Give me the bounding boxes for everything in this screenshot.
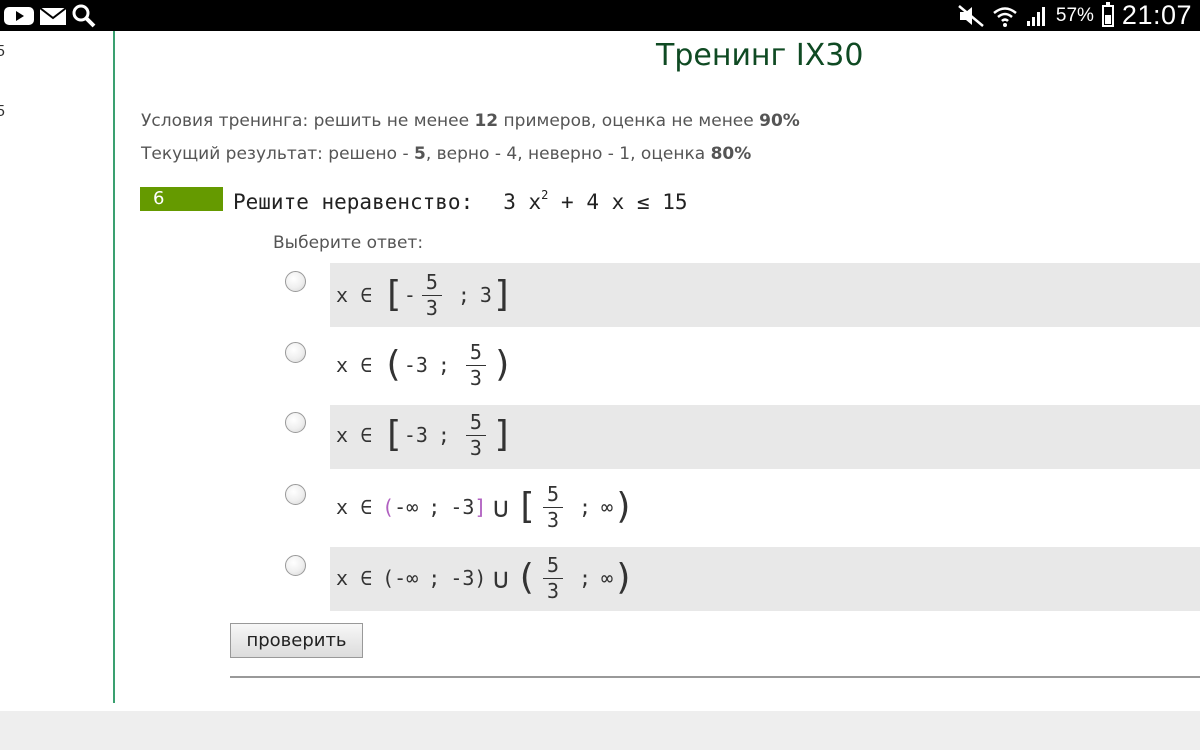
opt1-den: 3	[425, 296, 438, 320]
opt1-open-bracket: [	[382, 274, 404, 315]
conditions-min-score: 90%	[759, 111, 800, 131]
page-title: Тренинг IX30	[656, 38, 864, 73]
task-prompt: Решите неравенство:	[233, 190, 474, 214]
task-number-badge: 6	[140, 187, 223, 211]
battery-icon	[1101, 1, 1114, 27]
clock-time: 21:07	[1121, 0, 1192, 30]
task-exponent: 2	[541, 188, 549, 202]
opt3-fraction: 53	[465, 410, 486, 460]
current-result: Текущий результат: решено - 5, верно - 4…	[141, 144, 751, 164]
status-bar: 57% 21:07	[0, 0, 1200, 31]
opt2-den: 3	[469, 366, 482, 390]
opt4-right2: ∞	[601, 495, 614, 519]
opt1-fraction: 53	[421, 270, 442, 320]
opt4-open1: (	[382, 495, 395, 519]
opt4-sep2: ;	[579, 495, 592, 519]
youtube-icon	[4, 6, 34, 25]
status-bar-right: 57% 21:07	[958, 0, 1192, 31]
opt4-union: ∪	[492, 490, 510, 524]
option-4-radio[interactable]	[285, 484, 306, 505]
option-2-radio[interactable]	[285, 342, 306, 363]
opt1-sep: ;	[457, 283, 470, 307]
opt3-den: 3	[469, 436, 482, 460]
status-bar-left	[4, 4, 96, 27]
conditions-mid: примеров, оценка не менее	[498, 111, 760, 131]
current-rest: , верно - 4, неверно - 1, оценка	[425, 144, 711, 164]
opt4-right1: -3	[450, 495, 475, 519]
opt4-den: 3	[546, 508, 560, 532]
opt4-left1: -∞	[394, 495, 419, 519]
opt3-sep: ;	[437, 423, 450, 447]
opt2-sep: ;	[437, 353, 450, 377]
opt1-close-bracket: ]	[491, 274, 514, 315]
opt3-close-bracket: ]	[491, 414, 514, 455]
wifi-icon	[993, 6, 1017, 27]
task-expr-left: 3 x	[503, 190, 542, 214]
opt2-left: -3	[403, 353, 428, 377]
opt2-fraction: 53	[465, 340, 486, 390]
left-margin-mark-1: 5	[0, 43, 5, 60]
opt1-x: x ∈	[336, 283, 373, 307]
current-solved: 5	[414, 144, 426, 164]
opt5-close1: )	[474, 566, 487, 590]
opt1-num: 5	[425, 270, 438, 294]
opt5-left1: -∞	[394, 566, 419, 590]
opt2-num: 5	[469, 340, 482, 364]
opt5-sep1: ;	[428, 566, 441, 590]
mail-icon	[40, 6, 66, 25]
left-margin-mark-2: 5	[0, 103, 5, 120]
opt5-union: ∪	[492, 561, 510, 595]
opt4-open2: [	[515, 486, 537, 527]
option-4-label[interactable]: x ∈ ( -∞ ; -3 ] ∪ [ 53 ; ∞ )	[336, 476, 635, 538]
current-prefix: Текущий результат: решено -	[141, 144, 414, 164]
bottom-strip	[0, 711, 1200, 750]
option-2-label[interactable]: x ∈ ( -3 ; 53 )	[336, 334, 514, 396]
option-3-radio[interactable]	[285, 412, 306, 433]
opt5-right2: ∞	[601, 566, 614, 590]
opt1-minus: -	[403, 283, 416, 307]
opt3-open-bracket: [	[382, 414, 404, 455]
horizontal-divider	[230, 676, 1200, 678]
opt5-sep2: ;	[579, 566, 592, 590]
check-button[interactable]: проверить	[230, 623, 363, 658]
current-score: 80%	[710, 144, 752, 164]
opt2-close-bracket: )	[491, 344, 514, 385]
opt5-open1: (	[382, 566, 395, 590]
opt3-x: x ∈	[336, 423, 373, 447]
option-1-radio[interactable]	[285, 271, 306, 292]
mute-icon	[958, 4, 984, 27]
opt2-x: x ∈	[336, 353, 373, 377]
vertical-divider	[113, 31, 115, 703]
opt5-num: 5	[546, 553, 560, 577]
opt4-sep1: ;	[428, 495, 441, 519]
task-statement: Решите неравенство: 3 x2 + 4 x ≤ 15	[233, 188, 688, 214]
search-icon	[72, 4, 96, 27]
opt5-x: x ∈	[336, 566, 373, 590]
task-expr-right: + 4 x ≤ 15	[561, 190, 688, 214]
opt5-den: 3	[546, 579, 560, 603]
opt5-close2: )	[613, 557, 635, 598]
opt2-open-bracket: (	[382, 344, 404, 385]
opt4-num: 5	[546, 482, 560, 506]
opt4-close2: )	[613, 486, 635, 527]
opt5-right1: -3	[450, 566, 475, 590]
conditions-prefix: Условия тренинга: решить не менее	[141, 111, 475, 131]
opt4-close1: ]	[474, 495, 487, 519]
conditions-min-examples: 12	[474, 111, 499, 131]
opt4-x: x ∈	[336, 495, 373, 519]
signal-icon	[1026, 6, 1045, 26]
opt3-num: 5	[469, 410, 482, 434]
opt5-open2: (	[515, 557, 537, 598]
option-1-label[interactable]: x ∈ [ - 53 ; 3 ]	[336, 264, 514, 326]
opt1-right: 3	[479, 283, 492, 307]
battery-percent: 57%	[1055, 4, 1094, 26]
training-conditions: Условия тренинга: решить не менее 12 при…	[141, 111, 800, 131]
option-5-label[interactable]: x ∈ ( -∞ ; -3 ) ∪ ( 53 ; ∞ )	[336, 547, 635, 609]
opt5-fraction: 53	[543, 555, 563, 601]
opt4-fraction: 53	[543, 484, 563, 530]
option-5-radio[interactable]	[285, 555, 306, 576]
option-3-label[interactable]: x ∈ [ -3 ; 53 ]	[336, 404, 514, 466]
opt3-left: -3	[403, 423, 428, 447]
answer-label: Выберите ответ:	[273, 233, 424, 253]
